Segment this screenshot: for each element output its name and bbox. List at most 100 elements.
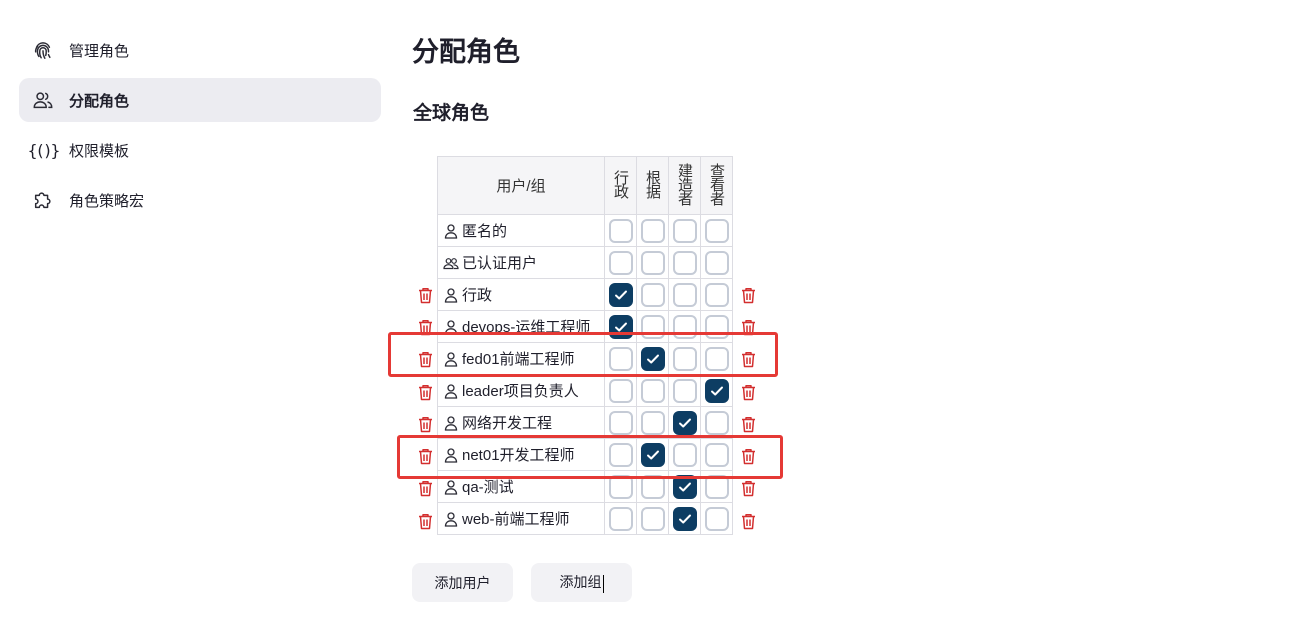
role-checkbox[interactable] — [704, 442, 729, 467]
role-checkbox-cell — [604, 246, 637, 279]
user-group-column-header: 用户/组 — [437, 156, 605, 215]
table-row: qa-测试 — [437, 470, 733, 503]
role-checkbox[interactable] — [640, 410, 665, 435]
role-checkbox[interactable] — [608, 474, 633, 499]
delete-icon[interactable] — [741, 319, 756, 336]
role-checkbox[interactable] — [672, 442, 697, 467]
role-checkbox-cell — [700, 470, 733, 503]
role-checkbox[interactable] — [672, 506, 697, 531]
role-checkbox-cell — [668, 438, 701, 471]
role-checkbox[interactable] — [672, 218, 697, 243]
role-column-header: 行政 — [604, 156, 637, 215]
role-checkbox[interactable] — [704, 346, 729, 371]
role-checkbox[interactable] — [672, 474, 697, 499]
role-assignment-table: 用户/组 行政 根据 建造者 查看者 匿名的 已认证用户 行政 devops-运维工程… — [437, 156, 733, 535]
user-name-cell: web-前端工程师 — [437, 502, 605, 535]
sidebar-item-role-strategy-macros[interactable]: 角色策略宏 — [19, 178, 381, 222]
role-checkbox-cell — [636, 246, 669, 279]
role-checkbox[interactable] — [704, 506, 729, 531]
role-checkbox[interactable] — [672, 282, 697, 307]
role-checkbox[interactable] — [640, 218, 665, 243]
role-checkbox[interactable] — [672, 378, 697, 403]
role-checkbox-cell — [636, 214, 669, 247]
user-name-cell: leader项目负责人 — [437, 374, 605, 407]
role-checkbox[interactable] — [672, 410, 697, 435]
role-checkbox[interactable] — [640, 250, 665, 275]
role-checkbox[interactable] — [608, 378, 633, 403]
user-name-cell: qa-测试 — [437, 470, 605, 503]
role-checkbox[interactable] — [704, 250, 729, 275]
role-checkbox-cell — [636, 342, 669, 375]
delete-icon[interactable] — [418, 480, 433, 497]
sidebar-item-permission-templates[interactable]: {()} 权限模板 — [19, 128, 381, 172]
delete-icon[interactable] — [418, 319, 433, 336]
sidebar-item-assign-roles[interactable]: 分配角色 — [19, 78, 381, 122]
delete-icon[interactable] — [741, 513, 756, 530]
role-checkbox-cell — [668, 502, 701, 535]
role-checkbox[interactable] — [608, 282, 633, 307]
role-checkbox[interactable] — [640, 442, 665, 467]
role-checkbox[interactable] — [704, 474, 729, 499]
role-checkbox[interactable] — [704, 314, 729, 339]
role-checkbox[interactable] — [608, 442, 633, 467]
role-checkbox[interactable] — [672, 250, 697, 275]
sidebar-item-manage-roles[interactable]: 管理角色 — [19, 28, 381, 72]
role-checkbox[interactable] — [640, 474, 665, 499]
add-group-button[interactable]: 添加组 — [531, 563, 632, 602]
role-checkbox-cell — [636, 406, 669, 439]
role-column-header: 查看者 — [700, 156, 733, 215]
role-checkbox[interactable] — [704, 218, 729, 243]
user-name: 匿名的 — [462, 223, 508, 240]
role-checkbox-cell — [604, 374, 637, 407]
sidebar: 管理角色 分配角色 {()} 权限模板 角色策略宏 — [19, 28, 381, 228]
user-name-cell: 网络开发工程 — [437, 406, 605, 439]
user-name-cell: 已认证用户 — [437, 246, 605, 279]
role-checkbox-cell — [700, 214, 733, 247]
user-icon — [443, 511, 459, 527]
role-checkbox-cell — [668, 470, 701, 503]
delete-icon[interactable] — [418, 513, 433, 530]
delete-icon[interactable] — [418, 351, 433, 368]
role-checkbox[interactable] — [640, 346, 665, 371]
user-name: net01开发工程师 — [462, 447, 575, 464]
delete-icon[interactable] — [418, 384, 433, 401]
role-checkbox[interactable] — [640, 282, 665, 307]
role-checkbox-cell — [700, 406, 733, 439]
delete-icon[interactable] — [418, 448, 433, 465]
delete-icon[interactable] — [418, 287, 433, 304]
user-icon — [443, 415, 459, 431]
role-checkbox-cell — [700, 278, 733, 311]
role-checkbox-cell — [604, 278, 637, 311]
delete-icon[interactable] — [741, 448, 756, 465]
user-name: fed01前端工程师 — [462, 351, 575, 368]
sidebar-item-label: 权限模板 — [69, 142, 130, 160]
delete-icon[interactable] — [741, 384, 756, 401]
role-checkbox[interactable] — [704, 282, 729, 307]
role-checkbox[interactable] — [608, 410, 633, 435]
role-checkbox[interactable] — [704, 378, 729, 403]
role-checkbox[interactable] — [608, 314, 633, 339]
user-name: leader项目负责人 — [462, 383, 579, 400]
role-checkbox[interactable] — [608, 218, 633, 243]
role-checkbox[interactable] — [608, 346, 633, 371]
delete-icon[interactable] — [418, 416, 433, 433]
user-icon — [443, 319, 459, 335]
delete-icon[interactable] — [741, 287, 756, 304]
delete-icon[interactable] — [741, 480, 756, 497]
role-checkbox-cell — [668, 374, 701, 407]
add-user-button[interactable]: 添加用户 — [412, 563, 513, 602]
role-checkbox[interactable] — [704, 410, 729, 435]
user-name: 网络开发工程 — [462, 415, 553, 432]
role-checkbox[interactable] — [640, 506, 665, 531]
delete-icon[interactable] — [741, 416, 756, 433]
role-checkbox[interactable] — [640, 314, 665, 339]
role-checkbox[interactable] — [672, 346, 697, 371]
user-name: 行政 — [462, 287, 493, 304]
role-checkbox[interactable] — [640, 378, 665, 403]
role-checkbox[interactable] — [608, 250, 633, 275]
user-name-cell: 行政 — [437, 278, 605, 311]
delete-icon[interactable] — [741, 351, 756, 368]
role-checkbox[interactable] — [608, 506, 633, 531]
sidebar-item-label: 分配角色 — [69, 92, 130, 110]
role-checkbox[interactable] — [672, 314, 697, 339]
